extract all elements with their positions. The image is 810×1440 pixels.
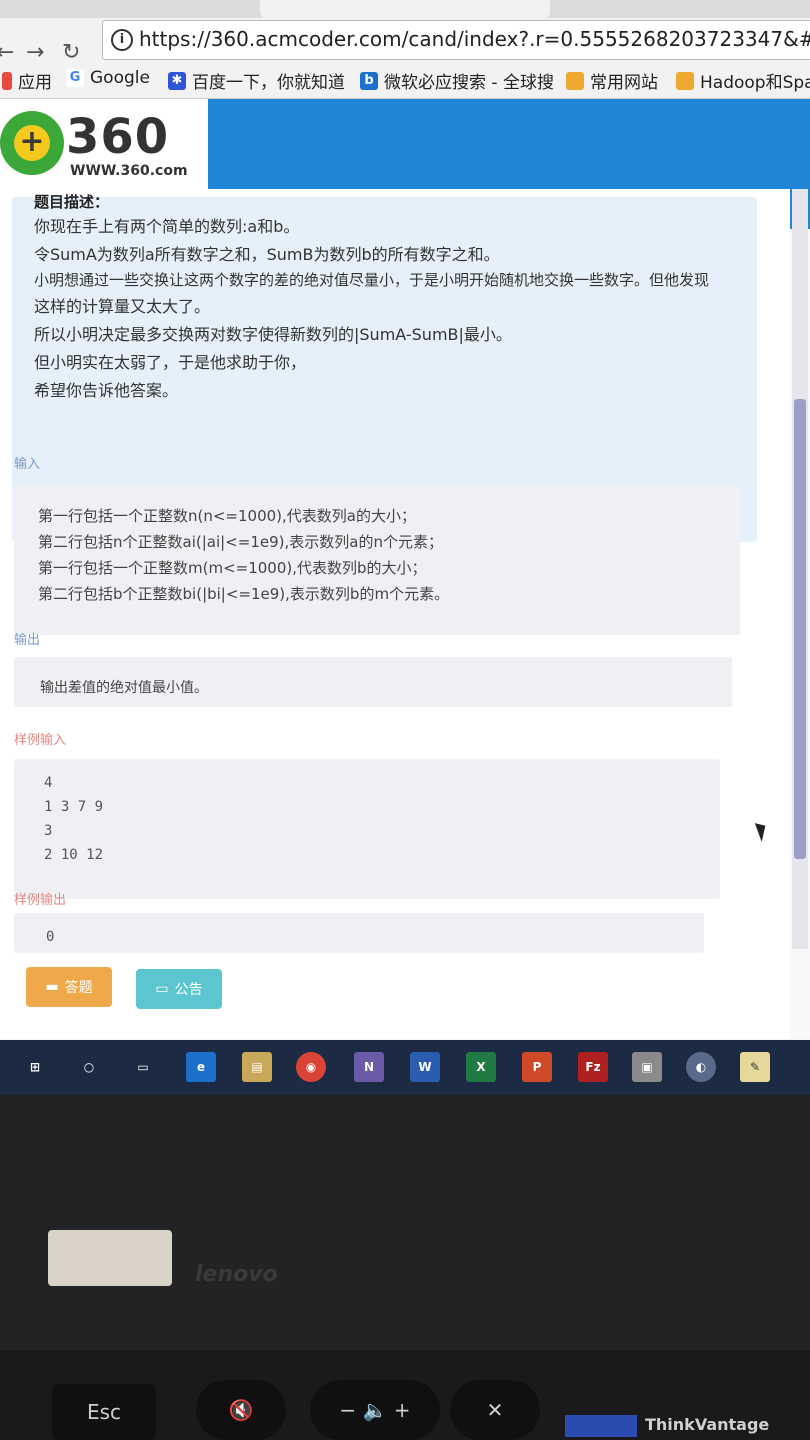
site-logo[interactable]: + 360 WWW.360.com [0,99,208,189]
sample-output-label: 样例输出 [14,893,67,908]
tab-strip [0,0,810,18]
description-line: 这样的计算量又太大了。 [34,297,211,316]
powerpoint-icon[interactable]: P [522,1052,552,1082]
windows-taskbar: ⊞ ○ ▭ e ▤ ◉ N W X P Fz ▣ ◐ ✎ [0,1040,810,1095]
info-icon[interactable]: i [111,29,133,51]
webcam-cover [48,1230,172,1286]
vpn-icon[interactable]: ◐ [686,1052,716,1082]
mic-mute-key[interactable]: ✕ [450,1380,540,1440]
input-line: 第一行包括一个正整数n(n<=1000),代表数列a的大小； [38,507,416,525]
sample-output-text: 0 [46,929,55,945]
description-line: 但小明实在太弱了，于是他求助于你， [34,353,307,372]
bing-icon: b [360,71,378,90]
folder-icon [676,71,694,90]
onenote-icon[interactable]: N [354,1052,384,1082]
logo-plus-icon: + [14,125,50,161]
bookmark-baidu[interactable]: ✱ 百度一下，你就知道 [168,68,345,93]
monitor-screen: ← → ↻ i https://360.acmcoder.com/cand/in… [0,0,810,1095]
description-line: 所以小明决定最多交换两对数字使得新数列的|SumA-SumB|最小。 [34,325,512,344]
url-text: https://360.acmcoder.com/cand/index?.r=0… [139,27,810,51]
apps-icon [2,71,12,90]
description-line: 小明想通过一些交换让这两个数字的差的绝对值尽量小，于是小明开始随机地交换一些数字… [34,271,710,289]
google-icon: G [66,69,84,87]
bookmark-google[interactable]: G Google [66,68,150,88]
filezilla-icon[interactable]: Fz [578,1052,608,1082]
input-line: 第二行包括b个正整数bi(|bi|<=1e9),表示数列b的m个元素。 [38,585,450,603]
notice-button[interactable]: ▭ 公告 [136,969,222,1009]
mic-mute-icon: ✕ [486,1398,504,1422]
web-page: + 360 WWW.360.com 题目描述： 你现在手上有两个简单的数列:a和… [0,99,810,1039]
volume-icon: − 🔈 + [339,1398,411,1422]
description-line: 希望你告诉他答案。 [34,381,179,400]
scrollbar-thumb[interactable] [794,399,806,859]
remote-desktop-icon[interactable]: ▣ [632,1052,662,1082]
excel-icon[interactable]: X [466,1052,496,1082]
bookmark-folder-common[interactable]: 常用网站 [566,68,658,93]
file-explorer-icon[interactable]: ▤ [242,1052,272,1082]
mute-key[interactable]: 🔇 [196,1380,286,1440]
sample-input-label: 样例输入 [14,733,67,748]
folder-icon [566,71,584,90]
volume-keys[interactable]: − 🔈 + [310,1380,440,1440]
address-bar[interactable]: i https://360.acmcoder.com/cand/index?.r… [102,20,810,60]
task-view-icon[interactable]: ▭ [128,1052,158,1082]
output-text: 输出差值的绝对值最小值。 [40,680,208,696]
answer-button[interactable]: ▬ 答题 [26,967,112,1007]
input-line: 第二行包括n个正整数ai(|ai|<=1e9),表示数列a的n个元素； [38,533,443,551]
sample-input-line: 1 3 7 9 [44,799,104,815]
chat-icon: ▬ [45,979,59,995]
description-line: 你现在手上有两个简单的数列:a和b。 [34,217,300,236]
bookmark-folder-hadoop[interactable]: Hadoop和Spar [676,68,810,93]
edge-browser-icon[interactable]: e [186,1052,216,1082]
mute-icon: 🔇 [228,1398,254,1422]
notice-icon: ▭ [155,981,169,997]
bookmark-apps[interactable]: 应用 [2,68,52,93]
problem-panel: 题目描述： 你现在手上有两个简单的数列:a和b。 令SumA为数列a所有数字之和… [0,189,790,1039]
description-line: 令SumA为数列a所有数字之和，SumB为数列b的所有数字之和。 [34,245,500,264]
laptop-brand: lenovo [195,1262,278,1287]
sample-input-line: 4 [44,775,53,791]
windows-start-icon[interactable]: ⊞ [20,1052,50,1082]
logo-subtext: WWW.360.com [70,163,188,179]
search-circle-icon[interactable]: ○ [74,1052,104,1082]
bookmarks-bar: 应用 G Google ✱ 百度一下，你就知道 b 微软必应搜索 - 全球搜 常用网站… [0,62,810,99]
sample-input-line: 3 [44,823,53,839]
sample-output-box [14,913,704,953]
word-icon[interactable]: W [410,1052,440,1082]
sample-input-box [14,759,720,899]
notepad-icon[interactable]: ✎ [740,1052,770,1082]
description-title: 题目描述： [34,193,110,211]
page-scrollbar[interactable] [792,189,808,949]
active-tab[interactable] [260,0,550,18]
output-label: 输出 [14,633,41,648]
thinkvantage-button[interactable] [565,1415,637,1437]
chrome-icon[interactable]: ◉ [296,1052,326,1082]
bookmark-bing[interactable]: b 微软必应搜索 - 全球搜 [360,68,554,93]
input-label: 输入 [14,457,41,472]
input-line: 第一行包括一个正整数m(m<=1000),代表数列b的大小； [38,559,427,577]
sample-input-line: 2 10 12 [44,847,104,863]
thinkvantage-label: ThinkVantage [645,1415,770,1434]
esc-key[interactable]: Esc [52,1384,156,1440]
logo-text: 360 [66,109,170,165]
baidu-paw-icon: ✱ [168,71,186,90]
